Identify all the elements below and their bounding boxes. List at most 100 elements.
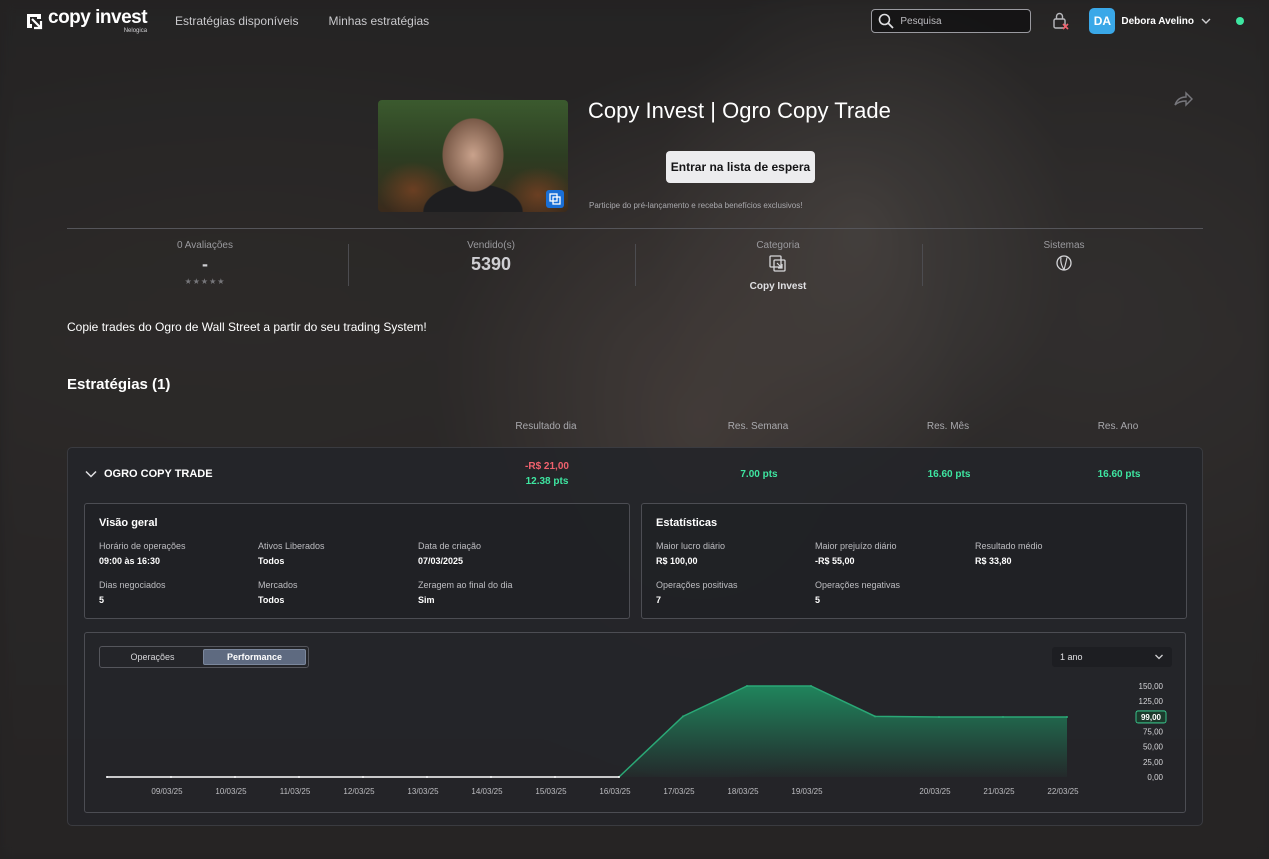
y-tick-label: 150,00 <box>1139 682 1164 691</box>
field-label: Resultado médio <box>975 541 1043 551</box>
divider <box>67 228 1203 229</box>
stat-separator <box>635 244 636 286</box>
category-value: Copy Invest <box>749 281 807 292</box>
field-label: Ativos Liberados <box>258 541 325 551</box>
statistics-field: Operações positivas 7 <box>656 580 738 605</box>
data-point <box>170 776 172 778</box>
nav-my-strategies[interactable]: Minhas estratégias <box>328 14 429 28</box>
logo-text: copy invest <box>48 7 148 28</box>
field-label: Operações positivas <box>656 580 738 590</box>
year-result: 16.60 pts <box>1097 469 1141 480</box>
x-tick-label: 12/03/25 <box>343 787 375 796</box>
y-tick-label: 50,00 <box>1143 743 1164 752</box>
category-stat: Categoria Copy Invest <box>638 240 918 292</box>
sold-stat: Vendido(s) 5390 <box>351 240 631 275</box>
performance-chart: 09/03/25 10/03/25 11/03/25 12/03/25 13/03/25… <box>106 682 1167 796</box>
search-icon <box>879 13 895 29</box>
field-label: Maior lucro diário <box>656 541 726 551</box>
field-label: Data de criação <box>418 541 482 551</box>
data-point <box>234 776 236 778</box>
col-header-week: Res. Semana <box>727 421 789 432</box>
copy-invest-logo[interactable]: copy invest Nelogica <box>25 7 148 34</box>
statistics-title: Estatísticas <box>656 517 718 529</box>
overview-field: Data de criação 07/03/2025 <box>418 541 481 566</box>
share-icon[interactable] <box>1172 88 1194 110</box>
copy-invest-category-icon <box>769 255 786 272</box>
data-point <box>362 776 364 778</box>
overview-field: Zeragem ao final do dia Sim <box>418 580 513 605</box>
x-tick-label: 22/03/25 <box>1047 787 1079 796</box>
chevron-down-icon <box>1201 18 1211 24</box>
top-navigation: copy invest Nelogica Estratégias disponí… <box>0 0 1269 42</box>
nav-available-strategies[interactable]: Estratégias disponíveis <box>175 14 298 28</box>
x-tick-label: 19/03/25 <box>791 787 823 796</box>
overview-field: Ativos Liberados Todos <box>258 541 325 566</box>
data-point <box>682 715 684 718</box>
overview-title: Visão geral <box>99 517 158 529</box>
category-label: Categoria <box>756 240 800 251</box>
user-menu[interactable]: DA Debora Avelino <box>1089 8 1212 34</box>
field-value: Todos <box>258 595 285 605</box>
field-label: Operações negativas <box>815 580 901 590</box>
rating-stars: ★★★★★ <box>184 277 226 286</box>
field-value: 09:00 às 16:30 <box>99 556 161 566</box>
x-tick-label: 17/03/25 <box>663 787 695 796</box>
join-waitlist-button[interactable]: Entrar na lista de espera <box>666 151 815 183</box>
data-point <box>554 776 556 778</box>
strategy-card: OGRO COPY TRADE -R$ 21,00 12.38 pts 7.00… <box>67 447 1203 826</box>
x-tick-label: 20/03/25 <box>919 787 951 796</box>
product-title: Copy Invest | Ogro Copy Trade <box>588 98 891 123</box>
field-label: Dias negociados <box>99 580 166 590</box>
product-description: Copie trades do Ogro de Wall Street a pa… <box>67 320 427 334</box>
statistics-panel: Estatísticas Maior lucro diário R$ 100,0… <box>641 503 1187 619</box>
current-value-label: 99,00 <box>1141 713 1162 722</box>
series-area <box>619 686 1067 777</box>
data-point <box>874 715 876 718</box>
field-value: Todos <box>258 556 285 566</box>
data-point <box>810 685 812 687</box>
strategy-name[interactable]: OGRO COPY TRADE <box>104 468 213 480</box>
stat-separator <box>922 244 923 286</box>
statistics-field: Operações negativas 5 <box>815 580 900 605</box>
strategies-heading: Estratégias (1) <box>67 376 171 393</box>
data-point <box>1002 715 1004 718</box>
avatar: DA <box>1089 8 1116 34</box>
field-value: R$ 33,80 <box>975 556 1012 566</box>
overview-field: Dias negociados 5 <box>99 580 166 605</box>
col-header-day: Resultado dia <box>515 421 577 432</box>
x-tick-label: 21/03/25 <box>983 787 1015 796</box>
data-point <box>106 776 108 778</box>
search-box[interactable] <box>871 9 1032 33</box>
reviews-value: - <box>202 254 208 274</box>
trading-system-icon <box>1056 255 1072 271</box>
lock-icon[interactable] <box>1051 11 1071 31</box>
field-value: -R$ 55,00 <box>815 556 855 566</box>
x-tick-label: 14/03/25 <box>471 787 503 796</box>
performance-chart-panel: Operações Performance 1 ano 09/03/25 10/0… <box>84 632 1186 813</box>
product-thumbnail <box>378 100 568 212</box>
x-tick-label: 09/03/25 <box>151 787 183 796</box>
overview-field: Horário de operações 09:00 às 16:30 <box>99 541 186 566</box>
field-value: Sim <box>418 595 435 605</box>
x-tick-label: 13/03/25 <box>407 787 439 796</box>
field-label: Zeragem ao final do dia <box>418 580 513 590</box>
data-point <box>1066 715 1068 718</box>
sold-label: Vendido(s) <box>467 240 515 251</box>
y-tick-label: 75,00 <box>1143 728 1164 737</box>
field-value: R$ 100,00 <box>656 556 698 566</box>
overview-field: Mercados Todos <box>258 580 298 605</box>
data-point <box>426 776 428 778</box>
field-value: 07/03/2025 <box>418 556 464 566</box>
search-input[interactable] <box>900 15 1021 27</box>
reviews-stat: 0 Avaliações - ★★★★★ <box>65 240 345 286</box>
week-result: 7.00 pts <box>740 469 778 480</box>
y-tick-label: 25,00 <box>1143 758 1164 767</box>
statistics-field: Maior prejuízo diário -R$ 55,00 <box>815 541 897 566</box>
data-point <box>938 715 940 718</box>
collapse-chevron-icon[interactable] <box>85 468 97 480</box>
online-status-dot <box>1236 17 1244 25</box>
x-tick-label: 11/03/25 <box>280 787 311 796</box>
day-result-points: 12.38 pts <box>525 476 569 487</box>
systems-stat: Sistemas <box>924 240 1204 277</box>
x-tick-label: 10/03/25 <box>215 787 247 796</box>
